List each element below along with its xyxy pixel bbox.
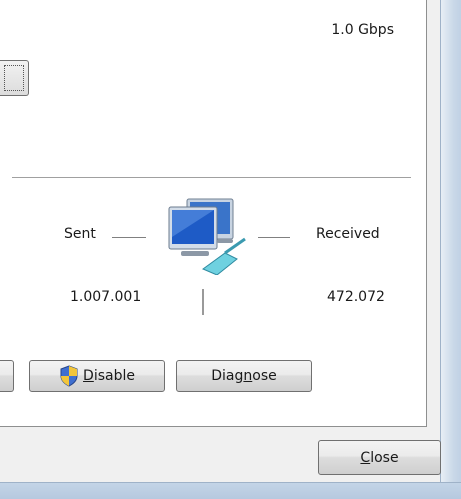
network-computers-icon [168, 198, 246, 275]
close-button[interactable]: Close [318, 440, 441, 475]
activity-separator [202, 289, 204, 315]
sent-label: Sent [64, 226, 96, 242]
status-dialog: 1.0 Gbps Sent Received 1.007.001 472.072 [0, 0, 441, 482]
received-bytes-value: 472.072 [327, 289, 385, 305]
disable-button-label: Disable [83, 368, 135, 384]
window-frame-bottom [0, 482, 461, 499]
received-label: Received [316, 226, 380, 242]
received-dash [258, 237, 290, 238]
details-button[interactable] [0, 60, 29, 96]
status-panel: 1.0 Gbps Sent Received 1.007.001 472.072 [0, 0, 427, 427]
window-frame-right [440, 0, 461, 485]
diagnose-button-label: Diagnose [211, 368, 277, 384]
diagnose-button[interactable]: Diagnose [176, 360, 312, 392]
sent-dash [112, 237, 146, 238]
close-button-label: Close [360, 449, 399, 466]
properties-button[interactable] [0, 360, 14, 392]
sent-bytes-value: 1.007.001 [70, 289, 142, 305]
uac-shield-icon [60, 365, 78, 387]
section-divider [12, 177, 411, 178]
speed-value: 1.0 Gbps [331, 22, 394, 38]
disable-button[interactable]: Disable [29, 360, 165, 392]
